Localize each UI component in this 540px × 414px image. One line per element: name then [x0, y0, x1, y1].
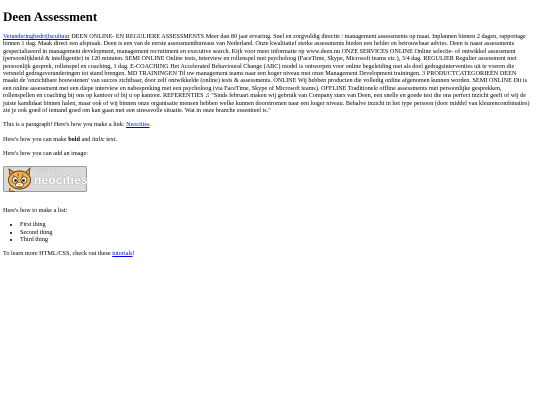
thing-list: First thing Second thing Third thing — [3, 221, 531, 243]
bold-line-suffix: text. — [104, 135, 118, 143]
list-item: First thing — [20, 221, 531, 228]
page-container: Deen Assessment Veranderingbedrijfscultu… — [0, 9, 534, 258]
list-item: Second thing — [20, 229, 531, 236]
badge-big-text: neocities — [34, 172, 88, 187]
link-paragraph: This is a paragraph! Here's how you make… — [3, 121, 531, 128]
bold-line-middle: and — [79, 135, 92, 143]
link-paragraph-prefix: This is a paragraph! Here's how you make… — [3, 121, 127, 129]
bold-text: bold — [68, 135, 80, 143]
bold-italic-paragraph: Here's how you can make bold and italic … — [3, 136, 531, 143]
list-intro-paragraph: Here's how to make a list: — [3, 206, 68, 214]
intro-text: DEEN ONLINE- EN REGULIERE ASSESSMENTS Me… — [3, 33, 530, 115]
tutorial-paragraph: To learn more HTML/CSS, check out these … — [3, 250, 531, 257]
tutorial-prefix: To learn more HTML/CSS, check out these — [3, 250, 113, 258]
culture-link[interactable]: Veranderingbedrijfscultuur — [3, 33, 70, 40]
link-paragraph-suffix: . — [149, 121, 152, 129]
neocities-cat-icon — [8, 166, 31, 192]
list-item: Third thing — [20, 236, 531, 243]
badge-text: hosted by neocities — [34, 168, 88, 187]
image-paragraph: Here's how you can add an image: — [3, 150, 88, 158]
hosted-by-neocities-badge[interactable]: hosted by neocities — [3, 165, 88, 192]
tutorials-link[interactable]: tutorials — [112, 250, 132, 257]
neocities-link[interactable]: Neocities — [126, 121, 149, 128]
italic-text: italic — [91, 135, 105, 143]
page-title: Deen Assessment — [3, 9, 98, 24]
tutorial-suffix: ! — [132, 250, 135, 258]
intro-paragraph: Veranderingbedrijfscultuur DEEN ONLINE- … — [3, 33, 531, 114]
bold-line-prefix: Here's how you can make — [3, 135, 69, 143]
